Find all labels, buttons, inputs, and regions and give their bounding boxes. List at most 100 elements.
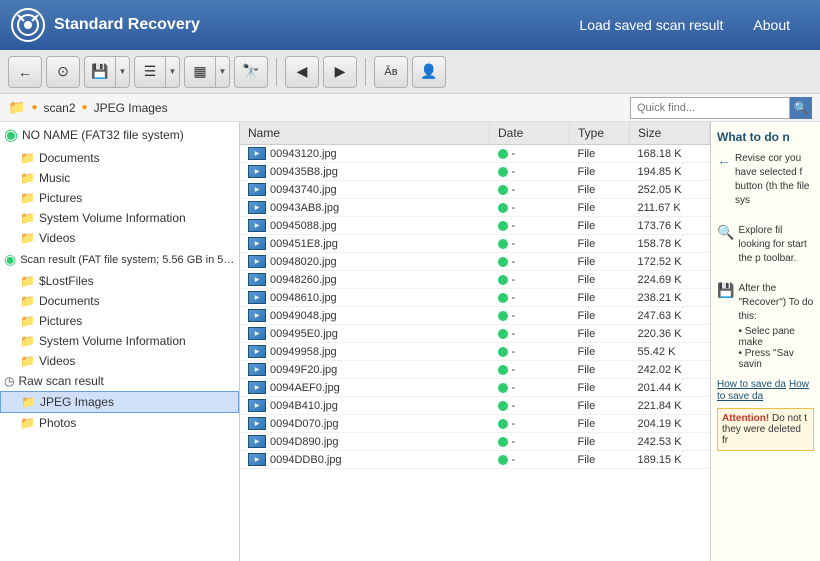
- tree-item-label: JPEG Images: [40, 395, 114, 409]
- file-date-cell: -: [490, 397, 570, 415]
- table-row[interactable]: ▶ 00949958.jpg - File 55.42 K: [240, 343, 710, 361]
- table-row[interactable]: ▶ 0094DDB0.jpg - File 189.15 K: [240, 451, 710, 469]
- find-button[interactable]: 🔭: [234, 56, 268, 88]
- table-row[interactable]: ▶ 00948260.jpg - File 224.69 K: [240, 271, 710, 289]
- date-container: -: [498, 148, 562, 160]
- tree-item-rawscan[interactable]: ◷ Raw scan result: [0, 371, 239, 391]
- table-row[interactable]: ▶ 00943AB8.jpg - File 211.67 K: [240, 199, 710, 217]
- search-button[interactable]: ⊙: [46, 56, 80, 88]
- file-type-cell: File: [570, 271, 630, 289]
- folder-icon: 📁: [20, 151, 35, 165]
- how-to-save-link[interactable]: How to save da: [717, 379, 786, 390]
- quick-find-button[interactable]: 🔍: [790, 97, 812, 119]
- folder-icon: 📁: [20, 231, 35, 245]
- status-dot: [498, 257, 508, 267]
- file-name: 009451E8.jpg: [270, 238, 338, 250]
- table-row[interactable]: ▶ 0094B410.jpg - File 221.84 K: [240, 397, 710, 415]
- tree-item-photos[interactable]: 📁 Photos: [0, 413, 239, 433]
- tree-item-videos1[interactable]: 📁 Videos: [0, 228, 239, 248]
- file-type-cell: File: [570, 253, 630, 271]
- col-size[interactable]: Size: [630, 122, 710, 145]
- file-type-cell: File: [570, 289, 630, 307]
- file-date-cell: -: [490, 325, 570, 343]
- date-container: -: [498, 400, 562, 412]
- table-row[interactable]: ▶ 0094AEF0.jpg - File 201.44 K: [240, 379, 710, 397]
- tree-item-documents1[interactable]: 📁 Documents: [0, 148, 239, 168]
- breadcrumb-path2[interactable]: JPEG Images: [94, 101, 168, 115]
- grid-button[interactable]: ▦: [185, 56, 215, 88]
- right-panel-text-2: Explore fil looking for start the p tool…: [738, 224, 814, 266]
- next-button[interactable]: ▶: [323, 56, 357, 88]
- folder-icon: 📁: [8, 99, 25, 116]
- file-name-cell: ▶ 00949F20.jpg: [240, 361, 490, 379]
- file-name-cell: ▶ 00948260.jpg: [240, 271, 490, 289]
- play-icon: ▶: [255, 222, 260, 229]
- table-row[interactable]: ▶ 009435B8.jpg - File 194.85 K: [240, 163, 710, 181]
- table-row[interactable]: ▶ 00949048.jpg - File 247.63 K: [240, 307, 710, 325]
- tree-item-pictures1[interactable]: 📁 Pictures: [0, 188, 239, 208]
- save-button[interactable]: 💾: [85, 56, 115, 88]
- breadcrumb-path1[interactable]: scan2: [43, 101, 75, 115]
- date-container: -: [498, 184, 562, 196]
- file-date: -: [512, 328, 516, 340]
- file-date-cell: -: [490, 145, 570, 163]
- quick-find-input[interactable]: [630, 97, 790, 119]
- tree-item-noname[interactable]: ◉ NO NAME (FAT32 file system): [0, 122, 239, 148]
- tree-item-jpeg-images[interactable]: 📁 JPEG Images: [0, 391, 239, 413]
- file-name: 009435B8.jpg: [270, 166, 338, 178]
- tree-item-lostfiles[interactable]: 📁 $LostFiles: [0, 271, 239, 291]
- file-size-cell: 173.76 K: [630, 217, 710, 235]
- text-button[interactable]: Ăв: [374, 56, 408, 88]
- file-name-cell: ▶ 0094AEF0.jpg: [240, 379, 490, 397]
- folder-icon: 📁: [20, 314, 35, 328]
- table-row[interactable]: ▶ 00948610.jpg - File 238.21 K: [240, 289, 710, 307]
- col-date[interactable]: Date: [490, 122, 570, 145]
- status-dot: [498, 149, 508, 159]
- table-row[interactable]: ▶ 00948020.jpg - File 172.52 K: [240, 253, 710, 271]
- table-row[interactable]: ▶ 00945088.jpg - File 173.76 K: [240, 217, 710, 235]
- play-icon: ▶: [255, 240, 260, 247]
- list-dropdown-arrow[interactable]: ▼: [165, 56, 179, 88]
- tree-item-scanresult[interactable]: ◉ Scan result (FAT file system; 5.56 GB …: [0, 248, 239, 271]
- col-type[interactable]: Type: [570, 122, 630, 145]
- table-row[interactable]: ▶ 0094D890.jpg - File 242.53 K: [240, 433, 710, 451]
- list-button[interactable]: ☰: [135, 56, 165, 88]
- grid-dropdown-arrow[interactable]: ▼: [215, 56, 229, 88]
- back-button[interactable]: ←: [8, 56, 42, 88]
- file-date-cell: -: [490, 451, 570, 469]
- magnify-icon: 🔍: [794, 101, 809, 115]
- file-name-cell: ▶ 0094DDB0.jpg: [240, 451, 490, 469]
- toolbar: ← ⊙ 💾 ▼ ☰ ▼ ▦ ▼ 🔭 ◀ ▶ Ăв: [0, 50, 820, 94]
- tree-item-documents2[interactable]: 📁 Documents: [0, 291, 239, 311]
- attention-title: Attention!: [722, 413, 769, 424]
- table-row[interactable]: ▶ 00943740.jpg - File 252.05 K: [240, 181, 710, 199]
- load-scan-link[interactable]: Load saved scan result: [579, 17, 723, 33]
- file-date-cell: -: [490, 163, 570, 181]
- play-icon: ▶: [255, 294, 260, 301]
- file-date: -: [512, 238, 516, 250]
- table-row[interactable]: ▶ 00949F20.jpg - File 242.02 K: [240, 361, 710, 379]
- tree-item-sysvolinfo1[interactable]: 📁 System Volume Information: [0, 208, 239, 228]
- status-dot: [498, 419, 508, 429]
- tree-item-label: NO NAME (FAT32 file system): [22, 128, 184, 142]
- table-row[interactable]: ▶ 00943120.jpg - File 168.18 K: [240, 145, 710, 163]
- col-name[interactable]: Name: [240, 122, 490, 145]
- tree-item-pictures2[interactable]: 📁 Pictures: [0, 311, 239, 331]
- save-dropdown-arrow[interactable]: ▼: [115, 56, 129, 88]
- table-row[interactable]: ▶ 009451E8.jpg - File 158.78 K: [240, 235, 710, 253]
- file-date-cell: -: [490, 379, 570, 397]
- play-icon: ▶: [255, 168, 260, 175]
- tree-item-videos2[interactable]: 📁 Videos: [0, 351, 239, 371]
- table-row[interactable]: ▶ 009495E0.jpg - File 220.36 K: [240, 325, 710, 343]
- table-row[interactable]: ▶ 0094D070.jpg - File 204.19 K: [240, 415, 710, 433]
- tree-item-music[interactable]: 📁 Music: [0, 168, 239, 188]
- date-container: -: [498, 418, 562, 430]
- file-name-cell: ▶ 00948020.jpg: [240, 253, 490, 271]
- profile-button[interactable]: 👤: [412, 56, 446, 88]
- prev-button[interactable]: ◀: [285, 56, 319, 88]
- file-name-cell: ▶ 009495E0.jpg: [240, 325, 490, 343]
- tree-item-sysvolinfo2[interactable]: 📁 System Volume Information: [0, 331, 239, 351]
- file-date-cell: -: [490, 253, 570, 271]
- about-link[interactable]: About: [753, 17, 790, 33]
- header-nav: Load saved scan result About: [579, 17, 790, 33]
